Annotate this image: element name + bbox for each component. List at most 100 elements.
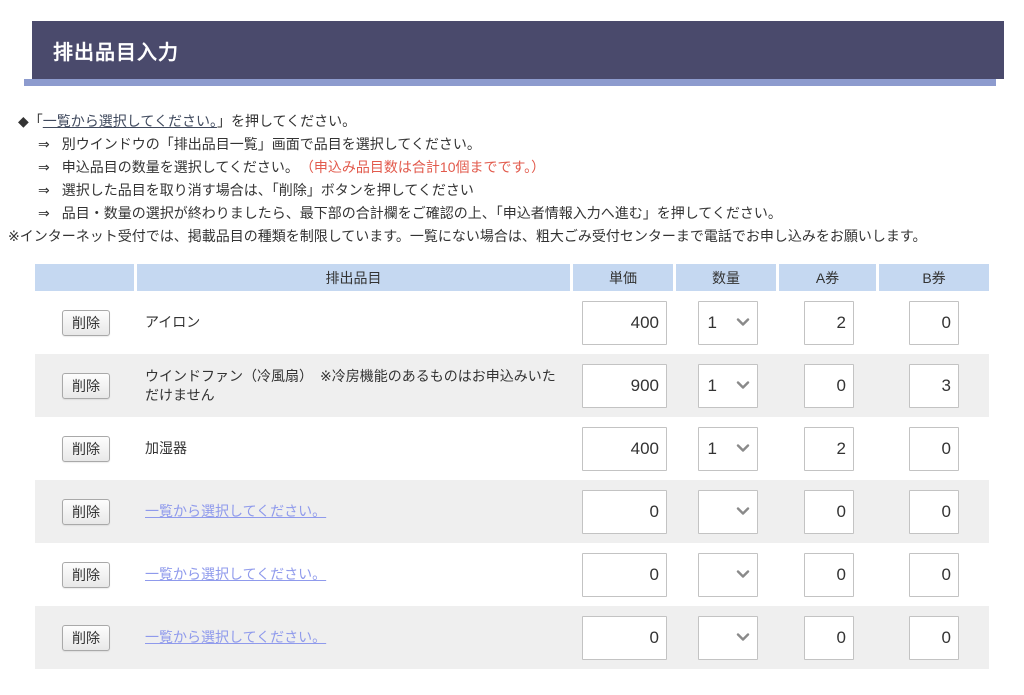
page-title: 排出品目入力 bbox=[53, 41, 179, 64]
lead-prefix: ◆「 bbox=[18, 113, 43, 129]
delete-cell: 削除 bbox=[35, 480, 137, 543]
unit-price-cell bbox=[573, 480, 676, 543]
ticket-a-input[interactable] bbox=[804, 363, 854, 408]
instruction-step: ⇒ 選択した品目を取り消す場合は、「削除」ボタンを押してください bbox=[18, 179, 1004, 202]
ticket-b-cell bbox=[879, 417, 989, 480]
quantity-select[interactable]: 1 bbox=[697, 426, 758, 471]
chevron-down-icon bbox=[736, 570, 750, 579]
unit-price-cell bbox=[573, 606, 676, 669]
unit-price-cell bbox=[573, 417, 676, 480]
item-cell: 加湿器 bbox=[137, 417, 573, 480]
item-table: 排出品目 単価 数量 A券 B券 削除 アイロン 1 bbox=[35, 264, 989, 669]
ticket-b-input[interactable] bbox=[909, 489, 959, 534]
ticket-a-input[interactable] bbox=[804, 426, 854, 471]
quantity-select[interactable]: 1 bbox=[697, 363, 758, 408]
select-from-list-instruction-link[interactable]: 一覧から選択してください。 bbox=[43, 113, 217, 129]
item-cell: アイロン bbox=[137, 291, 573, 354]
delete-cell: 削除 bbox=[35, 417, 137, 480]
delete-button[interactable]: 削除 bbox=[62, 561, 110, 588]
item-cell: 一覧から選択してください。 bbox=[137, 480, 573, 543]
table-row: 削除 ウインドファン（冷風扇） ※冷房機能のあるものはお申込みいただけません 1 bbox=[35, 354, 989, 417]
ticket-a-input[interactable] bbox=[804, 489, 854, 534]
quantity-value: 1 bbox=[707, 375, 717, 395]
chevron-down-icon bbox=[736, 444, 750, 453]
ticket-b-cell bbox=[879, 606, 989, 669]
instruction-lead: ◆「一覧から選択してください。」を押してください。 bbox=[18, 110, 1004, 133]
ticket-a-input[interactable] bbox=[804, 552, 854, 597]
delete-button[interactable]: 削除 bbox=[62, 372, 110, 399]
table-row: 削除 一覧から選択してください。 bbox=[35, 480, 989, 543]
title-bar-accent-strip bbox=[24, 79, 996, 86]
restriction-note: ※インターネット受付では、掲載品目の種類を制限しています。一覧にない場合は、粗大… bbox=[8, 228, 927, 244]
table-row: 削除 加湿器 1 bbox=[35, 417, 989, 480]
header-item: 排出品目 bbox=[137, 264, 570, 291]
quantity-cell bbox=[676, 606, 779, 669]
quantity-cell bbox=[676, 480, 779, 543]
delete-cell: 削除 bbox=[35, 606, 137, 669]
table-header-row: 排出品目 単価 数量 A券 B券 bbox=[35, 264, 989, 291]
unit-price-input[interactable] bbox=[582, 552, 667, 597]
quantity-select[interactable] bbox=[697, 615, 758, 660]
delete-cell: 削除 bbox=[35, 543, 137, 606]
quantity-cell: 1 bbox=[676, 354, 779, 417]
step-text: 品目・数量の選択が終わりましたら、最下部の合計欄をご確認の上、「申込者情報入力へ… bbox=[61, 205, 782, 221]
quantity-value: 1 bbox=[707, 312, 717, 332]
ticket-a-cell bbox=[779, 543, 879, 606]
item-name: アイロン bbox=[145, 314, 201, 330]
table-body: 削除 アイロン 1 削除 ウインドファン（冷風扇） ※冷房機 bbox=[35, 291, 989, 669]
ticket-a-cell bbox=[779, 606, 879, 669]
delete-cell: 削除 bbox=[35, 354, 137, 417]
lead-suffix: 」を押してください。 bbox=[216, 113, 357, 129]
unit-price-input[interactable] bbox=[582, 363, 667, 408]
quantity-select[interactable] bbox=[697, 552, 758, 597]
ticket-a-input[interactable] bbox=[804, 615, 854, 660]
unit-price-cell bbox=[573, 291, 676, 354]
item-name: ウインドファン（冷風扇） ※冷房機能のあるものはお申込みいただけません bbox=[145, 367, 556, 403]
ticket-b-cell bbox=[879, 291, 989, 354]
instruction-step: ⇒ 品目・数量の選択が終わりましたら、最下部の合計欄をご確認の上、「申込者情報入力… bbox=[18, 202, 1004, 225]
delete-cell: 削除 bbox=[35, 291, 137, 354]
quantity-value: 1 bbox=[707, 438, 717, 458]
step-warning-text: （申込み品目数は合計10個までです。） bbox=[306, 159, 546, 175]
delete-button[interactable]: 削除 bbox=[62, 435, 110, 462]
select-from-list-link[interactable]: 一覧から選択してください。 bbox=[145, 628, 326, 647]
ticket-b-cell bbox=[879, 543, 989, 606]
unit-price-input[interactable] bbox=[582, 489, 667, 534]
ticket-b-input[interactable] bbox=[909, 363, 959, 408]
step-text: 選択した品目を取り消す場合は、「削除」ボタンを押してください bbox=[61, 182, 474, 198]
item-cell: ウインドファン（冷風扇） ※冷房機能のあるものはお申込みいただけません bbox=[137, 354, 573, 417]
quantity-cell bbox=[676, 543, 779, 606]
delete-button[interactable]: 削除 bbox=[62, 624, 110, 651]
select-from-list-link[interactable]: 一覧から選択してください。 bbox=[145, 565, 326, 584]
chevron-down-icon bbox=[736, 381, 750, 390]
quantity-cell: 1 bbox=[676, 417, 779, 480]
ticket-b-input[interactable] bbox=[909, 300, 959, 345]
delete-button[interactable]: 削除 bbox=[62, 309, 110, 336]
ticket-b-cell bbox=[879, 480, 989, 543]
header-delete-column bbox=[35, 264, 134, 291]
ticket-b-input[interactable] bbox=[909, 426, 959, 471]
header-unit-price: 単価 bbox=[573, 264, 673, 291]
item-cell: 一覧から選択してください。 bbox=[137, 543, 573, 606]
unit-price-input[interactable] bbox=[582, 426, 667, 471]
arrow-icon: ⇒ bbox=[38, 205, 50, 221]
table-row: 削除 一覧から選択してください。 bbox=[35, 606, 989, 669]
ticket-b-cell bbox=[879, 354, 989, 417]
quantity-select[interactable] bbox=[697, 489, 758, 534]
ticket-b-input[interactable] bbox=[909, 615, 959, 660]
chevron-down-icon bbox=[736, 318, 750, 327]
quantity-select[interactable]: 1 bbox=[697, 300, 758, 345]
unit-price-input[interactable] bbox=[582, 300, 667, 345]
instruction-step: ⇒ 別ウインドウの「排出品目一覧」画面で品目を選択してください。 bbox=[18, 133, 1004, 156]
header-ticket-b: B券 bbox=[879, 264, 989, 291]
header-quantity: 数量 bbox=[676, 264, 776, 291]
select-from-list-link[interactable]: 一覧から選択してください。 bbox=[145, 502, 326, 521]
delete-button[interactable]: 削除 bbox=[62, 498, 110, 525]
ticket-a-cell bbox=[779, 417, 879, 480]
unit-price-input[interactable] bbox=[582, 615, 667, 660]
arrow-icon: ⇒ bbox=[38, 182, 50, 198]
ticket-a-input[interactable] bbox=[804, 300, 854, 345]
page-title-bar: 排出品目入力 bbox=[32, 21, 1004, 79]
ticket-b-input[interactable] bbox=[909, 552, 959, 597]
arrow-icon: ⇒ bbox=[38, 136, 50, 152]
